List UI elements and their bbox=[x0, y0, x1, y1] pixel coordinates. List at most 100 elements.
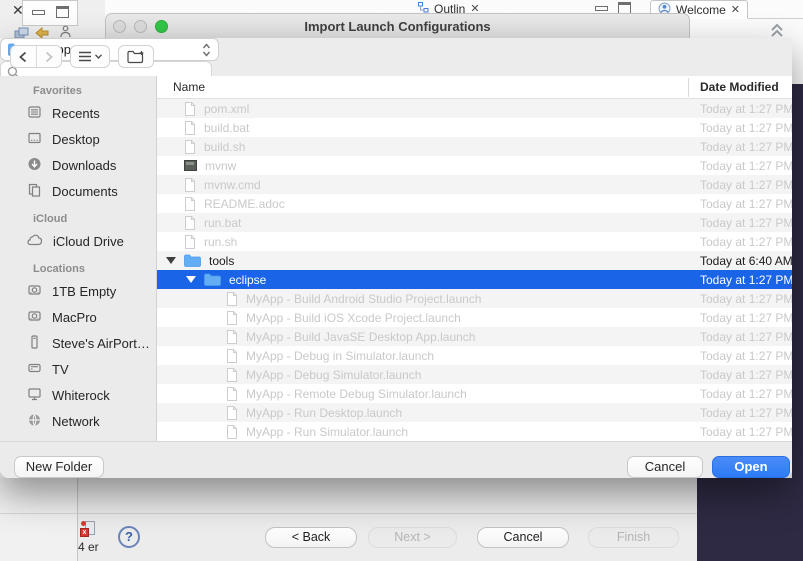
downloads-icon bbox=[26, 156, 43, 175]
stepper-chevrons-icon bbox=[202, 42, 211, 57]
cancel-button[interactable]: Cancel bbox=[627, 456, 703, 478]
sidebar-item-label: Recents bbox=[52, 105, 100, 121]
file-name: run.bat bbox=[204, 215, 242, 230]
recents-icon bbox=[26, 104, 43, 123]
icloud-drive-icon bbox=[26, 232, 44, 251]
sidebar-item-label: Desktop bbox=[52, 131, 100, 147]
disclosure-triangle-icon[interactable] bbox=[186, 276, 196, 283]
minimize-icon[interactable] bbox=[595, 6, 608, 11]
sidebar-item-network[interactable]: Network bbox=[0, 408, 156, 434]
file-name: mvnw bbox=[205, 158, 237, 173]
file-row[interactable]: mvnw Today at 1:27 PM bbox=[157, 156, 792, 175]
maximize-icon[interactable] bbox=[56, 6, 69, 18]
file-icon bbox=[226, 329, 238, 344]
file-row[interactable]: mvnw.cmd Today at 1:27 PM bbox=[157, 175, 792, 194]
file-row[interactable]: MyApp - Build iOS Xcode Project.launch To… bbox=[157, 308, 792, 327]
file-row[interactable]: build.bat Today at 1:27 PM bbox=[157, 118, 792, 137]
column-divider[interactable] bbox=[688, 78, 689, 97]
sheet-footer: New Folder Cancel Open bbox=[0, 441, 792, 478]
eclipse-left-panel bbox=[0, 478, 78, 561]
file-name: tools bbox=[209, 253, 235, 268]
sidebar: Favorites Recents Desktop Downloads Document… bbox=[0, 76, 157, 441]
minimize-icon[interactable] bbox=[32, 10, 45, 15]
file-row[interactable]: MyApp - Remote Debug Simulator.launch Tod… bbox=[157, 384, 792, 403]
close-icon[interactable]: ✕ bbox=[731, 3, 740, 16]
file-name: mvnw.cmd bbox=[204, 177, 261, 192]
airport-icon bbox=[26, 334, 43, 353]
file-row[interactable]: README.adoc Today at 1:27 PM bbox=[157, 194, 792, 213]
file-name: MyApp - Build Android Studio Project.lau… bbox=[246, 291, 482, 306]
date-modified-cell: Today at 1:27 PM bbox=[700, 120, 792, 135]
sidebar-item-label: Downloads bbox=[52, 157, 117, 173]
file-name: README.adoc bbox=[204, 196, 285, 211]
file-name: MyApp - Build iOS Xcode Project.launch bbox=[246, 310, 461, 325]
file-icon bbox=[184, 120, 196, 135]
file-name: MyApp - Build JavaSE Desktop App.launch bbox=[246, 329, 476, 344]
date-modified-cell: Today at 1:27 PM bbox=[700, 101, 792, 116]
screen: ✕ Outlin ✕ Welcome ✕ x 4 er ? < Back Nex… bbox=[0, 0, 803, 561]
welcome-page-edge bbox=[792, 84, 803, 478]
internal-drive-icon bbox=[26, 308, 43, 327]
file-row[interactable]: tools Today at 6:40 AM bbox=[157, 251, 792, 270]
new-folder-button[interactable]: New Folder bbox=[14, 456, 104, 478]
column-header-name[interactable]: Name bbox=[173, 80, 205, 94]
sidebar-item-downloads[interactable]: Downloads bbox=[0, 152, 156, 178]
file-icon bbox=[226, 405, 238, 420]
open-button[interactable]: Open bbox=[712, 456, 790, 478]
file-name: MyApp - Debug in Simulator.launch bbox=[246, 348, 435, 363]
sidebar-item-recents[interactable]: Recents bbox=[0, 100, 156, 126]
file-row[interactable]: build.sh Today at 1:27 PM bbox=[157, 137, 792, 156]
back-nav-button[interactable] bbox=[11, 46, 36, 67]
file-row[interactable]: run.bat Today at 1:27 PM bbox=[157, 213, 792, 232]
file-name: pom.xml bbox=[204, 101, 250, 116]
disclosure-triangle-icon[interactable] bbox=[166, 257, 176, 264]
date-modified-cell: Today at 1:27 PM bbox=[700, 310, 792, 325]
column-header-date-modified[interactable]: Date Modified bbox=[700, 80, 779, 94]
file-row[interactable]: MyApp - Debug in Simulator.launch Today a… bbox=[157, 346, 792, 365]
sidebar-section-label: Locations bbox=[33, 263, 85, 275]
sidebar-item-tv[interactable]: TV bbox=[0, 356, 156, 382]
sidebar-item-documents[interactable]: Documents bbox=[0, 178, 156, 204]
folder-icon bbox=[204, 273, 221, 286]
file-name: run.sh bbox=[204, 234, 238, 249]
file-row[interactable]: MyApp - Build Android Studio Project.lau… bbox=[157, 289, 792, 308]
file-row[interactable]: MyApp - Build JavaSE Desktop App.launch T… bbox=[157, 327, 792, 346]
file-icon bbox=[226, 291, 238, 306]
file-name: build.bat bbox=[204, 120, 250, 135]
back-button[interactable]: < Back bbox=[265, 527, 357, 548]
network-globe-icon bbox=[26, 412, 43, 431]
date-modified-cell: Today at 1:27 PM bbox=[700, 329, 792, 344]
sidebar-item-1tb-empty[interactable]: 1TB Empty bbox=[0, 278, 156, 304]
display-icon bbox=[26, 386, 43, 405]
file-icon bbox=[184, 177, 196, 192]
file-row[interactable]: MyApp - Run Simulator.launch Today at 1:2… bbox=[157, 422, 792, 441]
dialog-titlebar[interactable]: Import Launch Configurations bbox=[105, 13, 690, 38]
sidebar-item-whiterock[interactable]: Whiterock bbox=[0, 382, 156, 408]
file-icon bbox=[226, 310, 238, 325]
file-row[interactable]: MyApp - Run Desktop.launch Today at 1:27 … bbox=[157, 403, 792, 422]
error-log-icon[interactable]: x bbox=[80, 521, 96, 538]
file-row[interactable]: pom.xml Today at 1:27 PM bbox=[157, 99, 792, 118]
help-button[interactable]: ? bbox=[118, 526, 140, 548]
welcome-page-corner bbox=[697, 478, 803, 561]
date-modified-cell: Today at 1:27 PM bbox=[700, 196, 792, 211]
sidebar-item-label: Whiterock bbox=[52, 387, 110, 403]
file-row[interactable]: run.sh Today at 1:27 PM bbox=[157, 232, 792, 251]
sidebar-item-desktop[interactable]: Desktop bbox=[0, 126, 156, 152]
sidebar-section-label: Favorites bbox=[33, 85, 82, 97]
eclipse-minmax-panel bbox=[22, 0, 78, 26]
date-modified-cell: Today at 1:27 PM bbox=[700, 177, 792, 192]
sidebar-item-icloud-drive[interactable]: iCloud Drive bbox=[0, 228, 156, 254]
sidebar-item-macpro[interactable]: MacPro bbox=[0, 304, 156, 330]
wizard-button-bar bbox=[78, 478, 697, 561]
file-row[interactable]: MyApp - Debug Simulator.launch Today at 1… bbox=[157, 365, 792, 384]
wizard-cancel-button[interactable]: Cancel bbox=[477, 527, 569, 548]
forward-nav-button[interactable] bbox=[36, 46, 61, 67]
new-folder-toolbar-button[interactable] bbox=[118, 45, 154, 68]
file-row[interactable]: eclipse Today at 1:27 PM bbox=[157, 270, 792, 289]
sidebar-item-steve-s-airport[interactable]: Steve's AirPort… bbox=[0, 330, 156, 356]
file-name: eclipse bbox=[229, 272, 267, 287]
date-modified-cell: Today at 1:27 PM bbox=[700, 272, 792, 287]
view-mode-dropdown[interactable] bbox=[70, 45, 110, 68]
dialog-title: Import Launch Configurations bbox=[304, 19, 491, 34]
